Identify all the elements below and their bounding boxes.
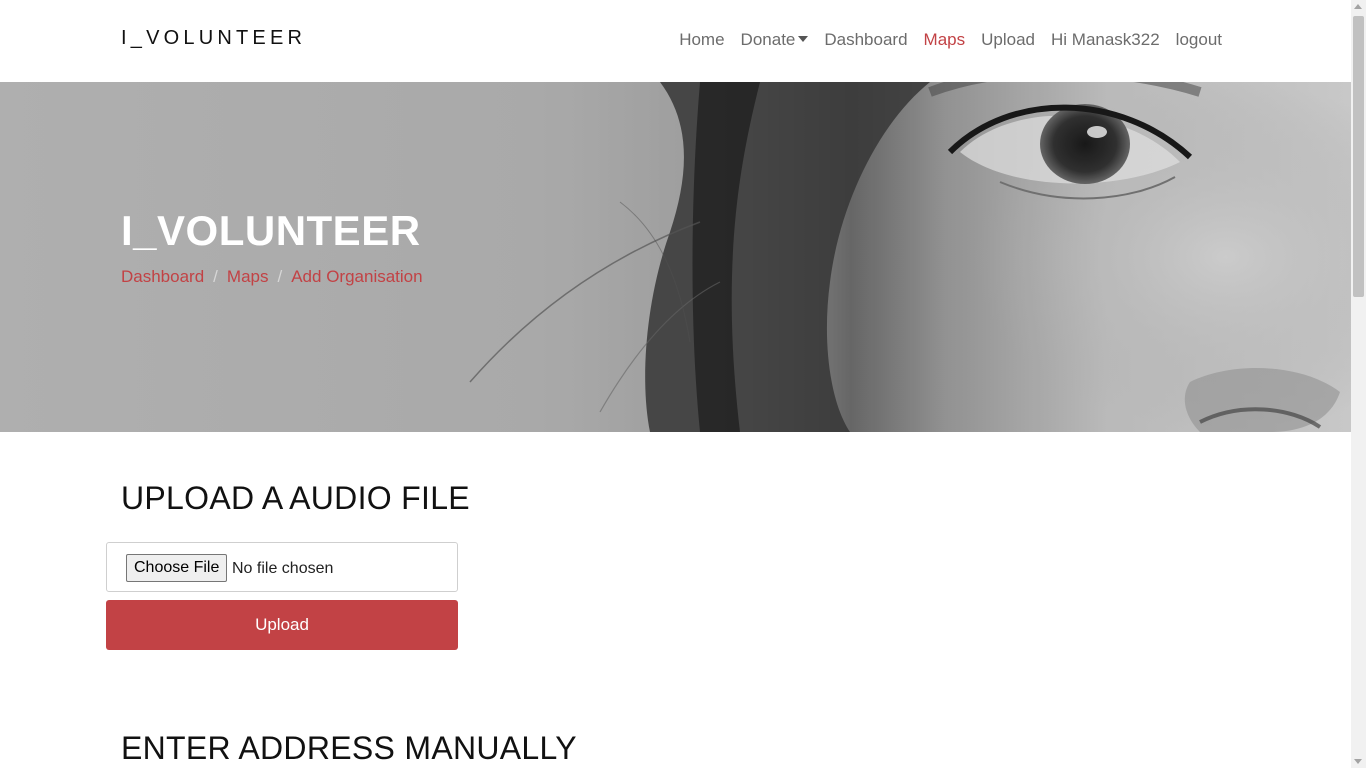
scroll-thumb[interactable] — [1353, 16, 1364, 297]
vertical-scrollbar[interactable] — [1351, 0, 1366, 768]
scroll-down-arrow-icon[interactable] — [1354, 759, 1362, 764]
breadcrumb-dashboard[interactable]: Dashboard — [121, 267, 204, 287]
hero-title: I_VOLUNTEER — [121, 207, 421, 254]
nav-user-greeting[interactable]: Hi Manask322 — [1051, 30, 1160, 50]
file-input[interactable]: Choose File No file chosen — [106, 542, 458, 592]
page: I_VOLUNTEER Home Donate Dashboard Maps U… — [0, 0, 1351, 768]
navbar: I_VOLUNTEER Home Donate Dashboard Maps U… — [0, 0, 1351, 82]
nav-dashboard[interactable]: Dashboard — [824, 30, 907, 50]
upload-section-title: UPLOAD A AUDIO FILE — [121, 480, 470, 516]
upload-button[interactable]: Upload — [106, 600, 458, 650]
manual-address-section-title: ENTER ADDRESS MANUALLY — [121, 730, 577, 766]
scroll-up-arrow-icon[interactable] — [1354, 4, 1362, 9]
nav-logout[interactable]: logout — [1176, 30, 1222, 50]
breadcrumb-add-organisation[interactable]: Add Organisation — [291, 267, 422, 287]
breadcrumb-maps[interactable]: Maps — [227, 267, 269, 287]
choose-file-button[interactable]: Choose File — [126, 554, 228, 582]
caret-down-icon — [798, 35, 809, 42]
nav-donate-label: Donate — [740, 30, 796, 49]
hero-background-photo — [0, 82, 1351, 432]
nav-menu: Home Donate Dashboard Maps Upload Hi Man… — [679, 30, 1222, 50]
nav-maps[interactable]: Maps — [924, 30, 966, 50]
hero-banner: I_VOLUNTEER Dashboard / Maps / Add Organ… — [0, 82, 1351, 432]
nav-donate-dropdown[interactable]: Donate — [741, 30, 809, 50]
nav-upload[interactable]: Upload — [981, 30, 1035, 50]
file-status-text: No file chosen — [232, 560, 334, 577]
nav-home[interactable]: Home — [679, 30, 724, 50]
breadcrumb-separator: / — [213, 267, 218, 286]
brand-logo[interactable]: I_VOLUNTEER — [121, 27, 306, 50]
breadcrumb: Dashboard / Maps / Add Organisation — [121, 267, 423, 287]
breadcrumb-separator: / — [277, 267, 283, 286]
